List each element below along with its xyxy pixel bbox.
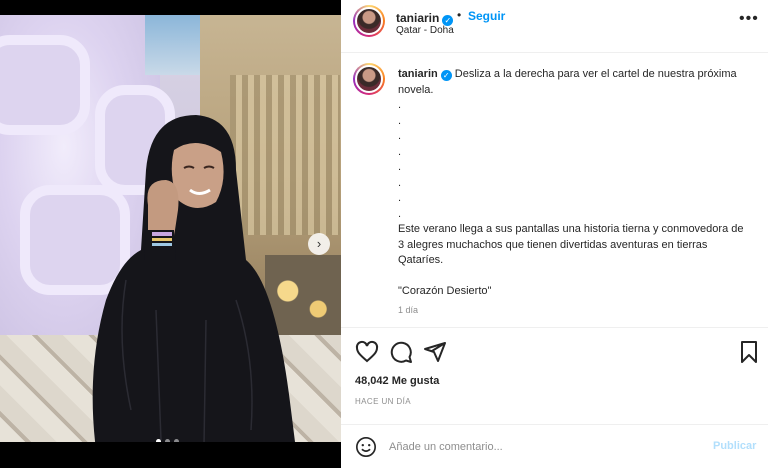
avatar[interactable] xyxy=(353,5,385,37)
caption-dot: . xyxy=(398,192,402,204)
carousel-next-button[interactable]: › xyxy=(308,233,330,255)
carousel-indicator xyxy=(156,439,179,442)
post-header: taniarin ✓ • Seguir Qatar - Doha ••• xyxy=(341,0,768,53)
caption-paragraph: Este verano llega a sus pantallas una hi… xyxy=(398,223,744,266)
follow-button[interactable]: Seguir xyxy=(468,9,505,23)
action-bar xyxy=(341,327,768,375)
inflatable-cell xyxy=(0,35,90,135)
caption-dot: . xyxy=(398,176,402,189)
post-caption: taniarin ✓ Desliza a la derecha para ver … xyxy=(398,67,748,300)
woman-in-abaya xyxy=(92,115,295,442)
heart-icon[interactable] xyxy=(355,340,379,364)
separator-dot: • xyxy=(457,8,462,22)
caption-username[interactable]: taniarin xyxy=(398,68,438,80)
caption-spacer xyxy=(398,269,748,285)
carousel-dot xyxy=(165,439,170,442)
send-icon[interactable] xyxy=(423,340,447,364)
caption-dot: . xyxy=(398,161,402,173)
caption-timestamp[interactable]: 1 día xyxy=(398,305,418,315)
caption-title: "Corazón Desierto" xyxy=(398,285,492,297)
caption-dot: . xyxy=(398,145,402,158)
username[interactable]: taniarin xyxy=(396,11,439,25)
post-image[interactable]: › xyxy=(0,15,341,442)
more-options-button[interactable]: ••• xyxy=(739,10,759,28)
likes-count[interactable]: 48,042 Me gusta xyxy=(355,375,439,387)
post-age[interactable]: HACE UN DÍA xyxy=(355,397,411,406)
publish-button[interactable]: Publicar xyxy=(713,440,756,452)
caption-dot: . xyxy=(398,99,402,111)
comment-icon[interactable] xyxy=(389,340,413,364)
comment-input[interactable] xyxy=(389,437,689,457)
emoji-icon[interactable] xyxy=(355,436,377,458)
bookmark-icon[interactable] xyxy=(737,340,761,364)
comment-bar: Publicar xyxy=(341,424,768,468)
chevron-right-icon: › xyxy=(316,236,322,251)
caption-dot: . xyxy=(398,130,402,142)
caption-dot: . xyxy=(398,114,402,127)
carousel-dot xyxy=(174,439,179,442)
caption-avatar[interactable] xyxy=(353,63,385,95)
carousel-dot xyxy=(156,439,161,442)
caption-dot: . xyxy=(398,207,402,220)
post-side-panel: taniarin ✓ • Seguir Qatar - Doha ••• tani… xyxy=(341,0,768,468)
more-horizontal-icon: ••• xyxy=(739,10,759,27)
instagram-post-modal: › taniarin ✓ • Seguir Qatar - Doha ••• ta… xyxy=(0,0,768,468)
location-link[interactable]: Qatar - Doha xyxy=(396,25,454,36)
verified-badge-icon: ✓ xyxy=(440,70,452,81)
